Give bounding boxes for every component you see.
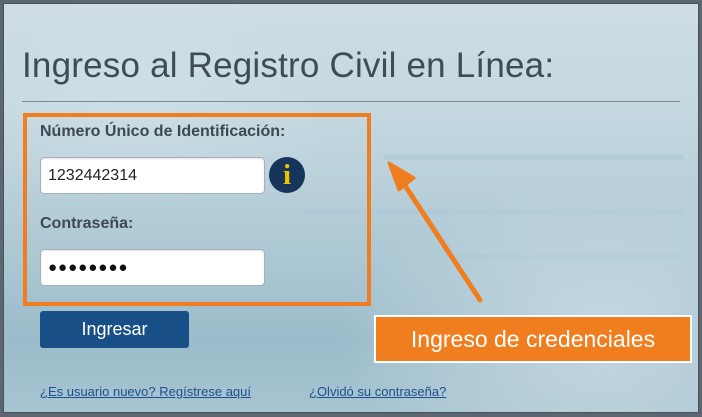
- callout-label: Ingreso de credenciales: [374, 315, 692, 363]
